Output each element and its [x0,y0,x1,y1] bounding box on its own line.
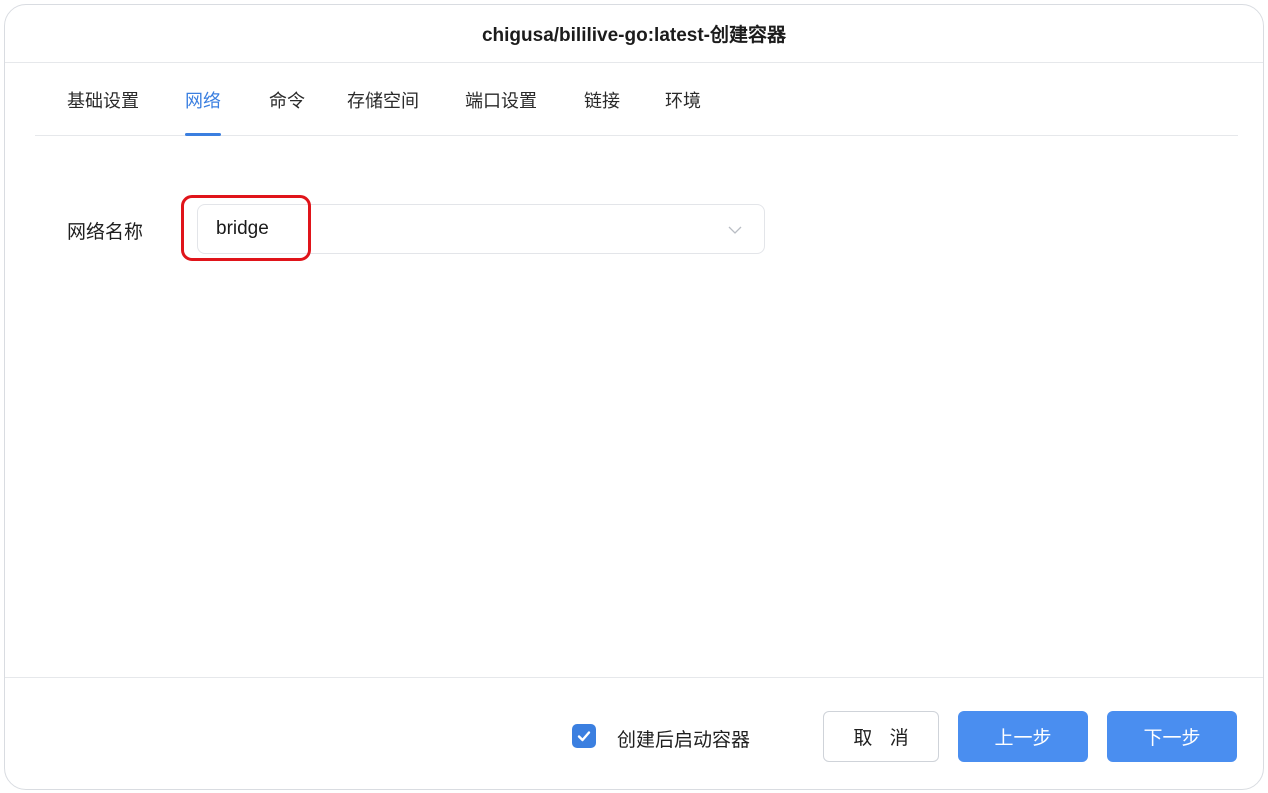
tab-environment[interactable]: 环境 [665,63,701,136]
tab-basic-settings[interactable]: 基础设置 [67,63,139,136]
tab-port-settings[interactable]: 端口设置 [465,63,537,136]
tab-bar: 基础设置 网络 命令 存储空间 端口设置 链接 环境 [35,63,1238,136]
active-tab-indicator [185,133,221,136]
cancel-button[interactable]: 取 消 [823,711,939,762]
create-container-dialog: chigusa/bililive-go:latest-创建容器 基础设置 网络 … [4,4,1264,790]
network-name-label: 网络名称 [67,222,144,243]
dialog-footer: 创建后启动容器 取 消 上一步 下一步 [5,677,1263,789]
previous-step-button[interactable]: 上一步 [958,711,1088,762]
tab-storage[interactable]: 存储空间 [347,63,419,136]
network-name-select[interactable]: bridge [197,204,765,254]
next-step-button[interactable]: 下一步 [1107,711,1237,762]
network-name-value: bridge [216,218,269,239]
tab-network-label: 网络 [185,90,221,111]
tab-network[interactable]: 网络 [185,63,221,136]
tab-links[interactable]: 链接 [584,63,620,136]
chevron-down-icon [728,226,742,234]
check-icon [577,731,591,742]
dialog-title: chigusa/bililive-go:latest-创建容器 [5,5,1263,63]
start-after-create-label[interactable]: 创建后启动容器 [617,725,750,752]
start-after-create-checkbox[interactable] [572,724,596,748]
tab-command[interactable]: 命令 [269,63,305,136]
